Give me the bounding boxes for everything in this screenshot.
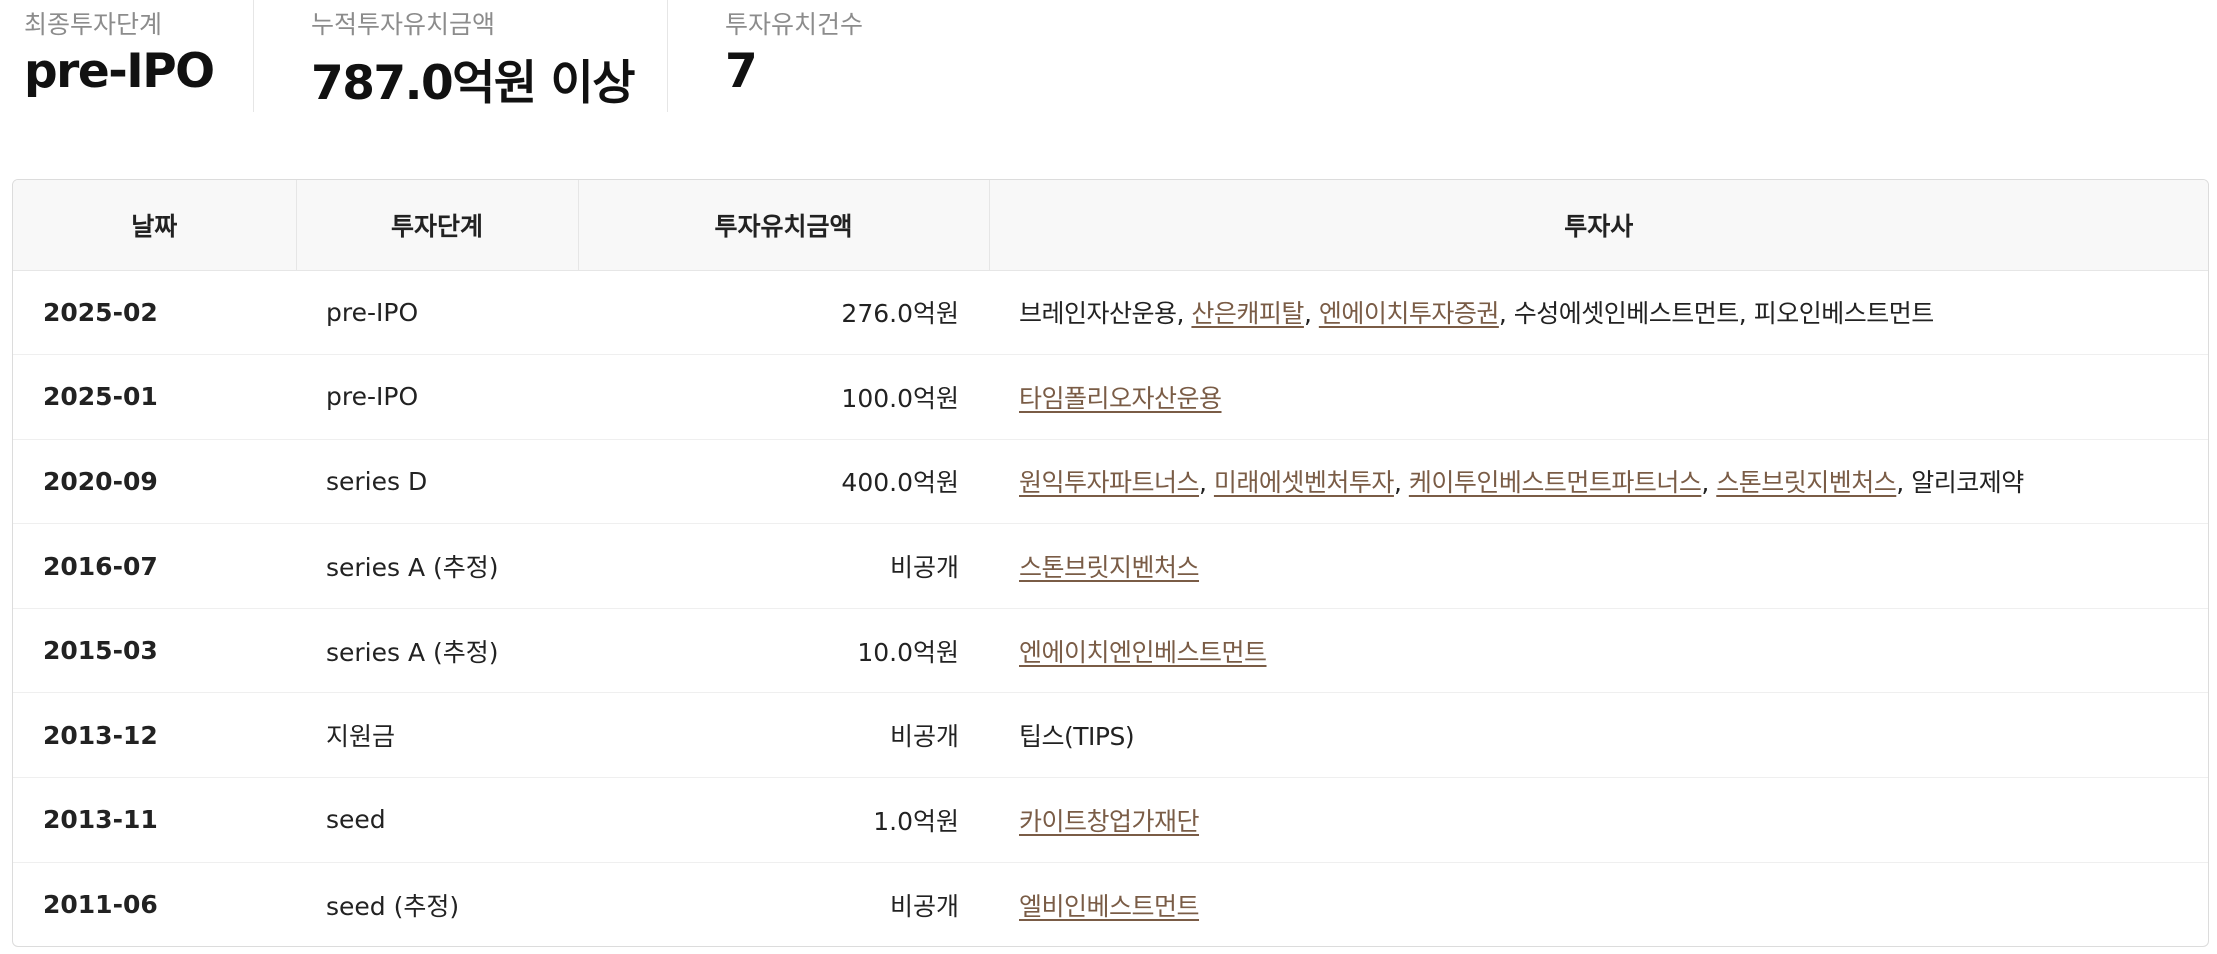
investor-link[interactable]: 엔에이치투자증권 bbox=[1319, 299, 1500, 328]
row-stage: pre-IPO bbox=[296, 354, 578, 440]
investor-link[interactable]: 카이트창업가재단 bbox=[1019, 807, 1200, 836]
row-amount: 276.0억원 bbox=[578, 270, 989, 356]
header-stage: 투자단계 bbox=[296, 180, 579, 271]
row-date: 2025-01 bbox=[13, 354, 296, 440]
row-investors: 엔에이치엔인베스트먼트 bbox=[989, 608, 2208, 694]
table-row: 2025-02 pre-IPO 276.0억원 브레인자산운용, 산은캐피탈, 엔에이… bbox=[13, 270, 2208, 356]
investor-link[interactable]: 케이투인베스트먼트파트너스 bbox=[1409, 468, 1702, 497]
row-investors: 타임폴리오자산운용 bbox=[989, 354, 2208, 440]
table-header: 날짜 투자단계 투자유치금액 투자사 bbox=[13, 180, 2208, 271]
final-stage-label: 최종투자단계 bbox=[24, 10, 163, 39]
row-date: 2015-03 bbox=[13, 608, 296, 694]
row-amount: 비공개 bbox=[578, 692, 989, 779]
table-row: 2025-01 pre-IPO 100.0억원 타임폴리오자산운용 bbox=[13, 354, 2208, 440]
row-amount: 100.0억원 bbox=[578, 354, 989, 440]
investment-summary: 최종투자단계 pre-IPO 누적투자유치금액 787.0억원 이상 투자유치건… bbox=[0, 0, 1000, 112]
investor-name: 브레인자산운용 bbox=[1019, 299, 1177, 329]
investor-separator: , bbox=[1303, 299, 1319, 329]
header-date: 날짜 bbox=[13, 180, 297, 271]
investor-separator: , bbox=[1393, 468, 1409, 498]
row-stage: series A (추정) bbox=[296, 608, 578, 694]
row-stage: 지원금 bbox=[296, 692, 578, 779]
row-stage: pre-IPO bbox=[296, 270, 578, 356]
row-date: 2016-07 bbox=[13, 523, 296, 609]
row-amount: 비공개 bbox=[889, 891, 959, 921]
row-investors: 브레인자산운용, 산은캐피탈, 엔에이치투자증권, 수성에셋인베스트먼트, 피오… bbox=[989, 270, 2208, 356]
table-row: 2015-03 series A (추정) 10.0억원 엔에이치엔인베스트먼트 bbox=[13, 608, 2208, 694]
row-investors: 원익투자파트너스, 미래에셋벤처투자, 케이투인베스트먼트파트너스, 스톤브릿지… bbox=[989, 439, 2208, 525]
table-row: 2013-12 지원금 비공개 팁스(TIPS) bbox=[13, 692, 2208, 779]
row-investors: 엘비인베스트먼트 bbox=[989, 862, 2208, 946]
row-amount: 400.0억원 bbox=[578, 439, 989, 525]
investor-separator: , bbox=[1498, 299, 1514, 329]
row-investors: 팁스(TIPS) bbox=[989, 692, 2208, 779]
investor-name: 수성에셋인베스트먼트 bbox=[1513, 299, 1740, 329]
table-row: 2011-06 seed (추정) 비공개 엘비인베스트먼트 bbox=[13, 862, 2208, 946]
cumulative-amount-stat: 누적투자유치금액 787.0억원 이상 bbox=[253, 0, 667, 112]
table-row: 2016-07 series A (추정) 비공개 스톤브릿지벤처스 bbox=[13, 523, 2208, 609]
investor-link[interactable]: 스톤브릿지벤처스 bbox=[1019, 553, 1200, 582]
investor-name: 알리코제약 bbox=[1911, 468, 2024, 498]
investor-link[interactable]: 엔에이치엔인베스트먼트 bbox=[1019, 638, 1267, 667]
final-stage-stat: 최종투자단계 pre-IPO bbox=[0, 0, 253, 112]
row-date: 2020-09 bbox=[13, 439, 296, 525]
row-stage: series D bbox=[296, 439, 578, 525]
investment-history-table: 날짜 투자단계 투자유치금액 투자사 2025-02 pre-IPO 276.0억원… bbox=[12, 179, 2209, 947]
investor-name: 팁스(TIPS) bbox=[1019, 722, 1135, 752]
row-stage: seed (추정) bbox=[326, 891, 460, 921]
investor-separator: , bbox=[1896, 468, 1912, 498]
row-date: 2011-06 bbox=[43, 890, 158, 920]
row-investors: 카이트창업가재단 bbox=[989, 777, 2208, 863]
row-amount: 1.0억원 bbox=[578, 777, 989, 863]
investor-link[interactable]: 타임폴리오자산운용 bbox=[1019, 384, 1222, 413]
investment-count-label: 투자유치건수 bbox=[725, 10, 864, 39]
investor-separator: , bbox=[1176, 299, 1192, 329]
cumulative-amount-value: 787.0억원 이상 bbox=[311, 56, 636, 111]
investment-count-stat: 투자유치건수 7 bbox=[667, 0, 967, 112]
table-row: 2020-09 series D 400.0억원 원익투자파트너스, 미래에셋벤처투자… bbox=[13, 439, 2208, 525]
investment-count-value: 7 bbox=[725, 44, 758, 99]
table-body: 2025-02 pre-IPO 276.0억원 브레인자산운용, 산은캐피탈, 엔에이… bbox=[13, 270, 2208, 946]
investor-link[interactable]: 산은캐피탈 bbox=[1191, 299, 1304, 328]
investor-separator: , bbox=[1701, 468, 1717, 498]
cumulative-amount-label: 누적투자유치금액 bbox=[311, 10, 496, 39]
row-stage: series A (추정) bbox=[296, 523, 578, 609]
investor-link[interactable]: 스톤브릿지벤처스 bbox=[1716, 468, 1897, 497]
investor-name: 피오인베스트먼트 bbox=[1753, 299, 1935, 329]
row-amount: 비공개 bbox=[578, 523, 989, 609]
investor-separator: , bbox=[1199, 468, 1214, 498]
row-stage: seed bbox=[296, 777, 578, 863]
investor-link[interactable]: 미래에셋벤처투자 bbox=[1214, 468, 1395, 497]
investor-link[interactable]: 원익투자파트너스 bbox=[1019, 468, 1200, 497]
header-amount: 투자유치금액 bbox=[578, 180, 990, 271]
row-date: 2013-12 bbox=[13, 692, 296, 779]
final-stage-value: pre-IPO bbox=[24, 44, 215, 99]
row-investors: 스톤브릿지벤처스 bbox=[989, 523, 2208, 609]
table-row: 2013-11 seed 1.0억원 카이트창업가재단 bbox=[13, 777, 2208, 863]
investor-separator: , bbox=[1738, 299, 1754, 329]
row-date: 2025-02 bbox=[13, 270, 296, 356]
investor-link[interactable]: 엘비인베스트먼트 bbox=[1019, 892, 1200, 921]
header-investors: 투자사 bbox=[989, 180, 2208, 271]
row-date: 2013-11 bbox=[13, 777, 296, 863]
row-amount: 10.0억원 bbox=[578, 608, 989, 694]
